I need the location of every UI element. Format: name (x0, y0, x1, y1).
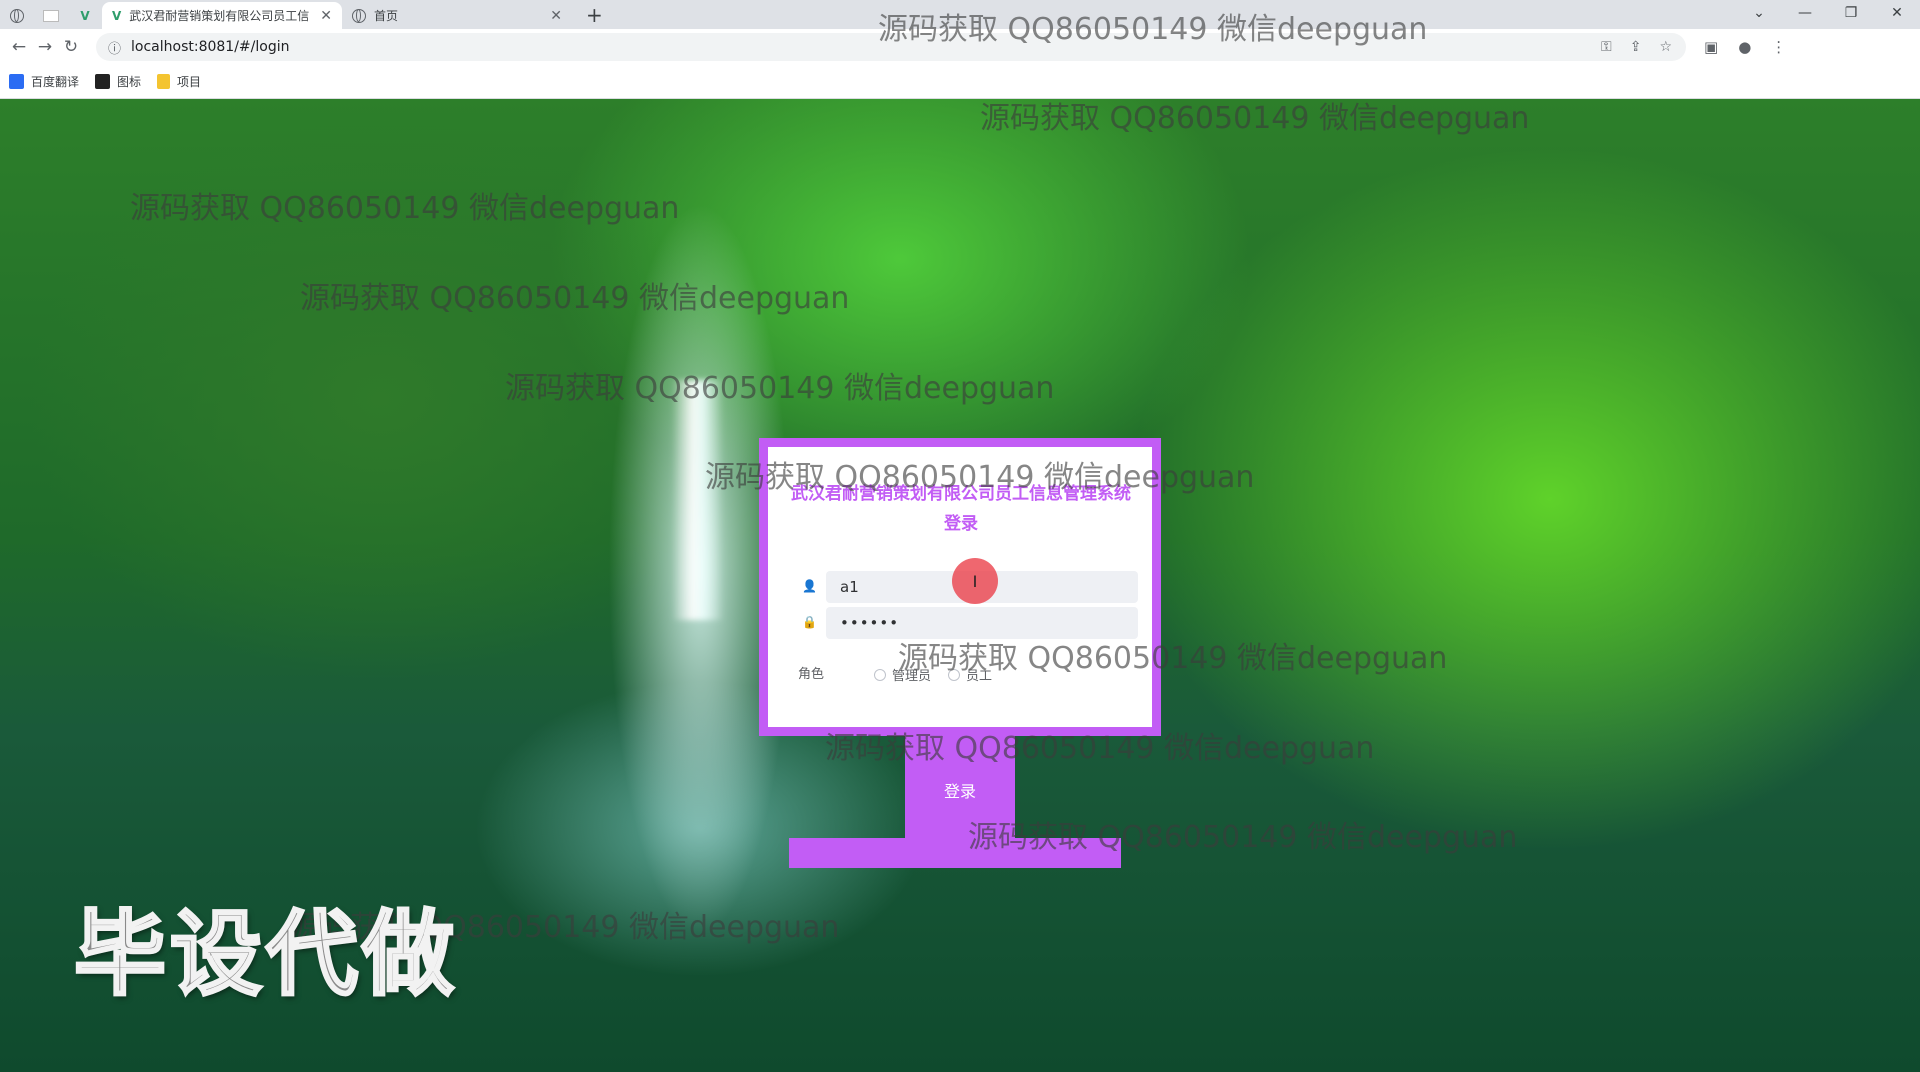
close-icon[interactable]: ✕ (550, 8, 562, 24)
restore-button[interactable]: ❐ (1828, 0, 1874, 29)
login-button-base (789, 838, 1121, 868)
browser-toolbar: ← → ↻ ⓘ localhost:8081/#/login ⚿ ⇪ ☆ ▣ ●… (0, 29, 1920, 65)
bookmarks-bar: 百度翻译 图标 项目 (0, 65, 1920, 99)
pinned-tab-vue[interactable]: V (68, 2, 102, 29)
pinned-tab[interactable] (0, 2, 34, 29)
minimize-button[interactable]: — (1782, 0, 1828, 29)
bookmark-icons[interactable]: 图标 (95, 73, 141, 90)
window-controls: ⌄ — ❐ ✕ (1736, 0, 1920, 29)
role-radio-employee[interactable]: 员工 (948, 665, 992, 684)
bookmark-label: 图标 (117, 75, 142, 89)
waterfall (672, 380, 724, 620)
bookmark-label: 项目 (177, 75, 202, 89)
translate-icon (9, 74, 24, 89)
vue-icon: V (112, 8, 122, 23)
bookmark-projects[interactable]: 项目 (157, 73, 201, 90)
tab-home[interactable]: 首页 ✕ (342, 2, 572, 29)
tab-title: 武汉君耐营销策划有限公司员工信 (129, 9, 310, 23)
role-radio-admin[interactable]: 管理员 (874, 665, 931, 684)
role-option-label: 管理员 (892, 669, 932, 684)
pinned-tab[interactable] (34, 2, 68, 29)
page-icon (43, 9, 59, 22)
info-icon[interactable]: ⓘ (108, 38, 121, 57)
browser-tab-bar: V V 武汉君耐营销策划有限公司员工信 ✕ 首页 ✕ + ⌄ — ❐ ✕ (0, 0, 1920, 29)
forward-button[interactable]: → (32, 37, 58, 57)
folder-icon (157, 74, 171, 89)
close-window-button[interactable]: ✕ (1874, 0, 1920, 29)
globe-icon (10, 8, 24, 23)
user-icon: 👤 (802, 579, 817, 593)
mouse-cursor-highlight: I (952, 558, 998, 604)
sidepanel-icon[interactable]: ▣ (1704, 38, 1718, 56)
login-button[interactable]: 登录 (905, 736, 1015, 838)
menu-icon[interactable]: ⋮ (1771, 38, 1786, 56)
close-icon[interactable]: ✕ (320, 8, 332, 24)
address-bar[interactable]: ⓘ localhost:8081/#/login ⚿ ⇪ ☆ (96, 33, 1686, 61)
role-option-label: 员工 (966, 669, 993, 684)
chevron-down-icon[interactable]: ⌄ (1736, 0, 1782, 29)
image-icon (95, 74, 111, 89)
globe-icon (352, 8, 366, 23)
radio-circle (874, 668, 886, 681)
password-input[interactable]: •••••• (826, 607, 1138, 639)
bookmark-label: 百度翻译 (31, 75, 80, 89)
tab-title: 首页 (374, 9, 399, 23)
role-label: 角色 (798, 667, 825, 682)
share-icon[interactable]: ⇪ (1630, 39, 1642, 55)
lock-icon: 🔒 (802, 615, 817, 629)
new-tab-button[interactable]: + (586, 2, 603, 29)
back-button[interactable]: ← (6, 37, 32, 57)
radio-circle (948, 668, 960, 681)
promo-stamp: 毕设代做 (72, 900, 459, 1010)
bookmark-baidu-translate[interactable]: 百度翻译 (9, 73, 79, 90)
url-text: localhost:8081/#/login (131, 39, 290, 55)
star-icon[interactable]: ☆ (1659, 39, 1672, 55)
profile-icon[interactable]: ● (1738, 38, 1751, 56)
reload-button[interactable]: ↻ (58, 37, 84, 57)
vue-icon: V (80, 8, 90, 23)
tab-login[interactable]: V 武汉君耐营销策划有限公司员工信 ✕ (102, 2, 342, 29)
login-title: 武汉君耐营销策划有限公司员工信息管理系统登录 (791, 484, 1131, 534)
key-icon[interactable]: ⚿ (1601, 39, 1612, 55)
